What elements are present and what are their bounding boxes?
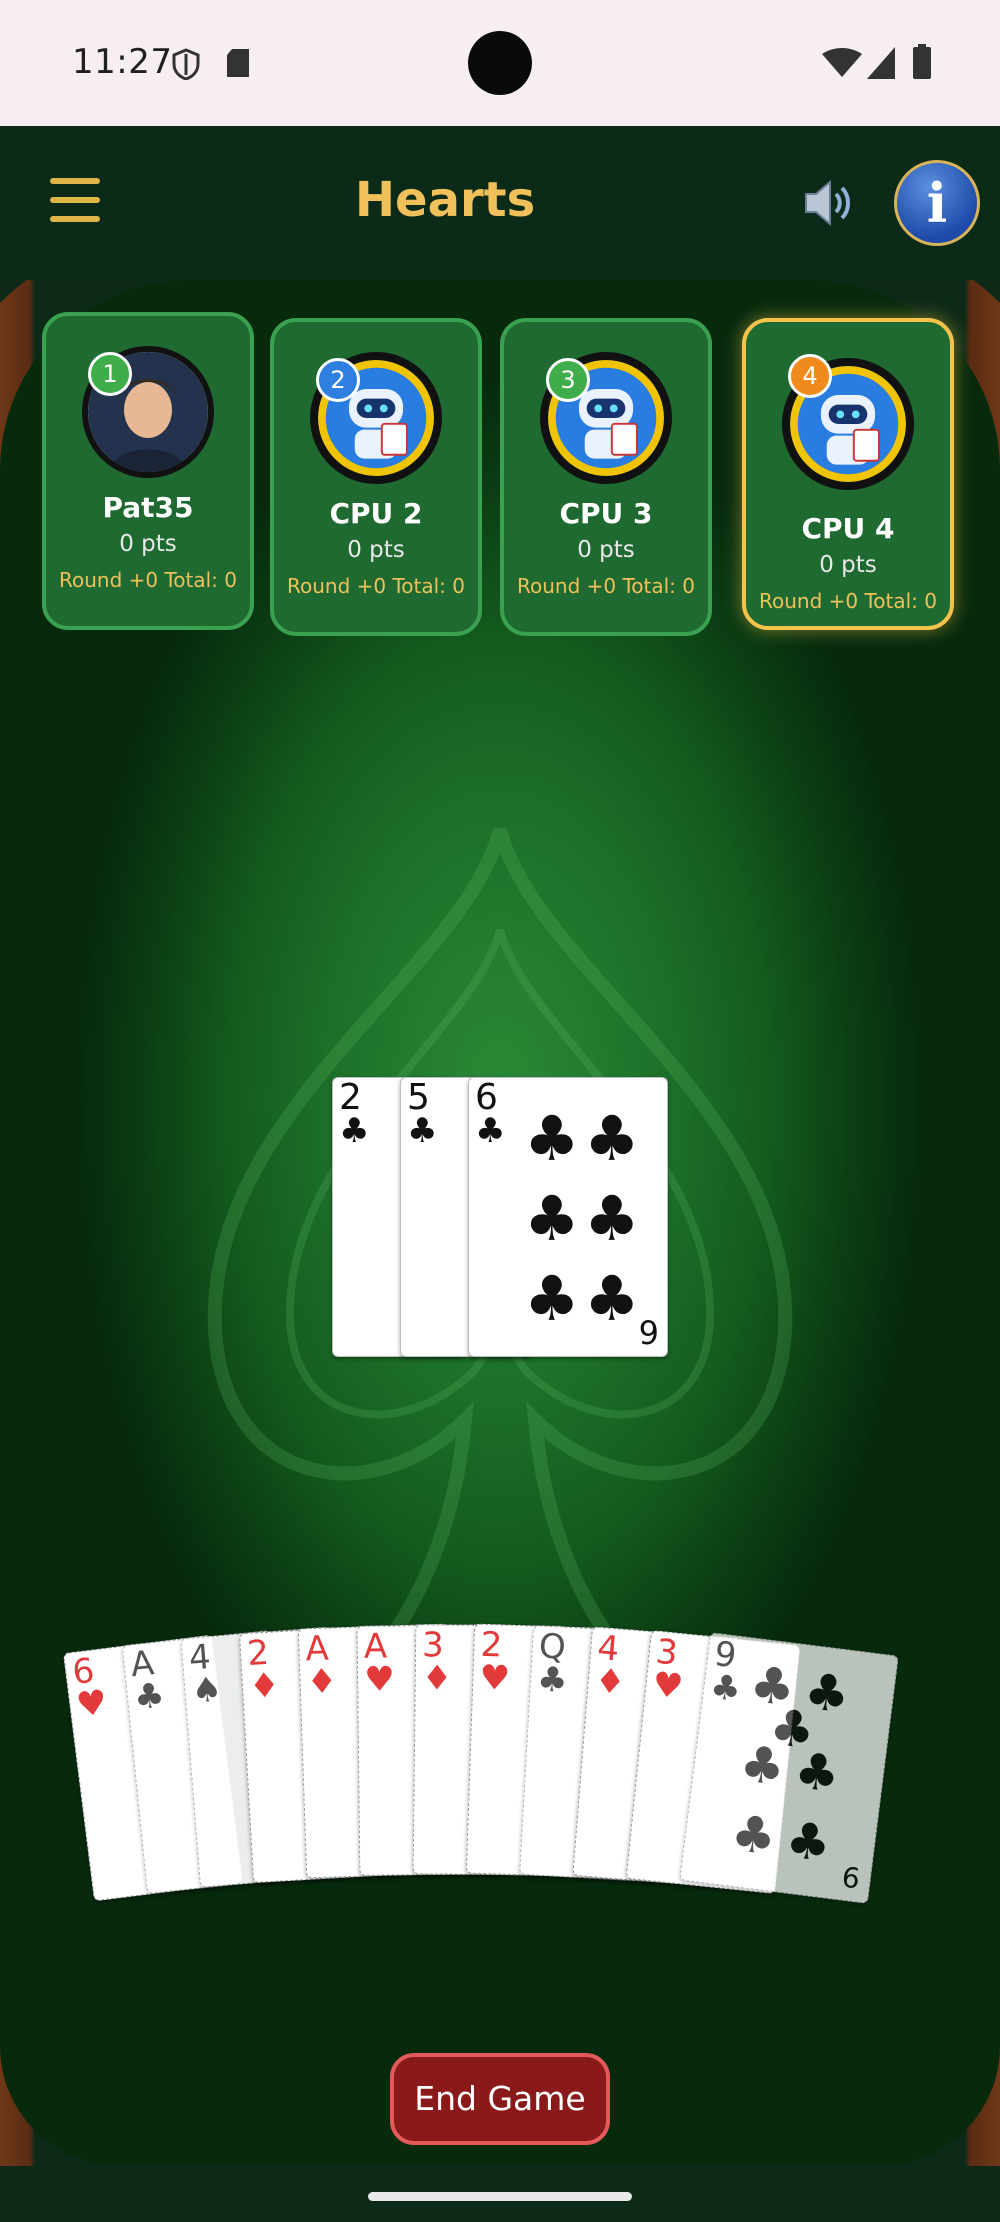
camera-cutout: [468, 31, 532, 95]
page-title: Hearts: [354, 172, 536, 228]
status-bar: 11:27: [0, 0, 1000, 126]
card-suit: ♣: [536, 1659, 569, 1701]
card-suit: ♠: [189, 1669, 224, 1712]
card-pip: ♣: [524, 1182, 580, 1255]
card-suit: ♣: [708, 1666, 744, 1711]
player-points: 0 pts: [347, 537, 405, 563]
seat-number-badge: 2: [316, 358, 360, 402]
player-points: 0 pts: [577, 537, 635, 563]
card-rank-bottom: 9: [638, 1314, 659, 1352]
player-panel-4: 4 CPU 4 0 pts Round +0 Total: 0: [742, 318, 954, 630]
card-rank-bottom: 6: [839, 1860, 862, 1896]
player-name: CPU 4: [801, 512, 895, 545]
seat-number-badge: 4: [788, 354, 832, 398]
card-pip: ♣: [782, 1810, 835, 1874]
card-suit: ♥: [478, 1658, 511, 1700]
info-button[interactable]: i: [894, 160, 980, 246]
wifi-icon: [822, 48, 862, 77]
seat-number-badge: 1: [88, 352, 132, 396]
hand-card[interactable]: 9 ♣ 6 ♣ ♣ ♣ ♣ ♣ ♣ ♣: [679, 1632, 899, 1904]
card-pip: ♣: [524, 1262, 580, 1335]
card-suit: ♣: [475, 1111, 506, 1151]
home-gesture-pill[interactable]: [368, 2192, 632, 2201]
card-suit: ♦: [247, 1665, 281, 1707]
seat-number-badge: 3: [546, 358, 590, 402]
status-time: 11:27: [72, 42, 173, 82]
card-suit: ♦: [593, 1661, 627, 1704]
card-pip: ♣: [524, 1102, 580, 1175]
card-suit: ♦: [421, 1658, 453, 1699]
player-name: Pat35: [102, 491, 194, 524]
card-pip: ♣: [791, 1741, 843, 1805]
card-suit: ♣: [339, 1111, 370, 1151]
card-pip: ♣: [584, 1102, 640, 1175]
sd-card-icon: [227, 49, 249, 77]
card-pip: ♣: [736, 1734, 789, 1798]
end-game-button[interactable]: End Game: [390, 2053, 610, 2145]
shield-icon: [172, 48, 200, 80]
card-suit: ♥: [74, 1682, 110, 1727]
player-panel-3: 3 CPU 3 0 pts Round +0 Total: 0: [500, 318, 712, 636]
player-round-total: Round +0 Total: 0: [58, 568, 237, 592]
card-pip: ♣: [727, 1803, 780, 1867]
player-round-total: Round +0 Total: 0: [516, 574, 695, 598]
card-pip: ♣: [584, 1262, 640, 1335]
card-suit: ♦: [305, 1661, 338, 1703]
player-name: CPU 2: [329, 497, 423, 530]
trick-card: 6 ♣ ♣ ♣ ♣ ♣ ♣ ♣ 9: [468, 1077, 668, 1357]
card-suit: ♥: [363, 1659, 395, 1700]
card-suit: ♣: [407, 1111, 438, 1151]
speaker-icon[interactable]: [800, 176, 858, 230]
navigation-bar: [0, 2166, 1000, 2222]
signal-icon: [867, 47, 895, 79]
battery-icon: [913, 44, 931, 79]
player-panel-1: 1 Pat35 0 pts Round +0 Total: 0: [42, 312, 254, 630]
player-points: 0 pts: [119, 531, 177, 557]
card-pip: ♣: [584, 1182, 640, 1255]
card-suit: ♥: [650, 1664, 685, 1708]
player-round-total: Round +0 Total: 0: [758, 589, 937, 613]
player-points: 0 pts: [819, 552, 877, 578]
menu-icon[interactable]: [50, 178, 100, 228]
player-panel-2: 2 CPU 2 0 pts Round +0 Total: 0: [270, 318, 482, 636]
player-round-total: Round +0 Total: 0: [286, 574, 465, 598]
info-icon: i: [926, 171, 948, 235]
player-name: CPU 3: [559, 497, 653, 530]
card-suit: ♣: [132, 1675, 167, 1719]
